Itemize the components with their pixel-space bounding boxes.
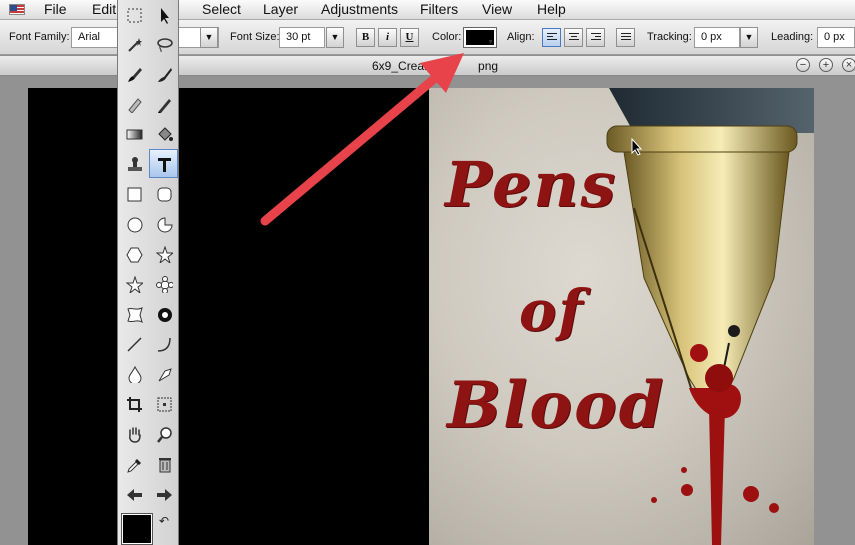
water-drop-icon <box>128 366 142 383</box>
brush-tool[interactable] <box>119 59 148 88</box>
rounded-rectangle-tool[interactable] <box>149 179 178 208</box>
swap-colors-icon[interactable]: ↶ <box>159 514 169 528</box>
brush-icon <box>128 68 142 82</box>
ellipse-tool[interactable] <box>119 209 148 238</box>
tools-palette: ↶ <box>117 0 179 545</box>
curve-tool[interactable] <box>149 329 178 358</box>
gradient-icon <box>126 129 143 140</box>
hexagon-tool[interactable] <box>119 239 148 268</box>
curve-icon <box>157 337 171 352</box>
line-tool[interactable] <box>119 329 148 358</box>
hand-icon <box>129 427 141 443</box>
move-arrow-icon <box>161 8 169 24</box>
trash-can-icon <box>159 458 171 473</box>
clone-stamp-tool[interactable] <box>119 149 148 178</box>
crop-icon <box>127 397 142 412</box>
rectangle-icon <box>127 187 142 202</box>
sharpen-tool[interactable] <box>149 359 178 388</box>
arrow-left-tool[interactable] <box>119 479 148 508</box>
hexagon-icon <box>126 247 143 263</box>
marquee-tool[interactable] <box>119 0 148 29</box>
magic-wand-tool[interactable] <box>119 29 148 58</box>
lasso-tool[interactable] <box>149 29 178 58</box>
pie-icon <box>157 217 173 233</box>
paint-bucket-tool[interactable] <box>149 119 178 148</box>
eraser-pencil-icon <box>128 98 142 113</box>
slice-icon <box>157 397 172 412</box>
ellipse-icon <box>127 217 143 233</box>
burst-icon <box>156 276 173 293</box>
lasso-icon <box>157 38 173 53</box>
mouse-cursor-icon <box>631 137 643 161</box>
eyedropper-tool[interactable] <box>119 449 148 478</box>
eyedropper-icon <box>127 459 141 473</box>
star-5-tool[interactable] <box>119 269 148 298</box>
crop-tool[interactable] <box>119 389 148 418</box>
sharpen-icon <box>158 368 172 382</box>
stamp-icon <box>128 157 142 171</box>
star-icon <box>156 246 173 263</box>
rounded-rectangle-icon <box>157 187 172 202</box>
star-tool[interactable] <box>149 239 178 268</box>
type-tool[interactable] <box>149 149 178 178</box>
arrow-right-icon <box>157 489 172 501</box>
gradient-tool[interactable] <box>119 119 148 148</box>
move-tool[interactable] <box>149 0 178 29</box>
smudge-icon <box>158 68 172 82</box>
magic-wand-icon <box>128 38 142 52</box>
paint-bucket-icon <box>158 127 173 141</box>
editor-window: File Edit Select Layer Adjustments Filte… <box>0 0 855 545</box>
burst-tool[interactable] <box>149 269 178 298</box>
pencil-tool[interactable] <box>119 89 148 118</box>
smudge-tool[interactable] <box>149 59 178 88</box>
arrow-left-icon <box>127 489 142 501</box>
type-t-icon <box>158 158 171 172</box>
slice-tool[interactable] <box>149 389 178 418</box>
star-outline-icon <box>126 276 143 293</box>
custom-shape-icon <box>127 307 143 323</box>
pie-tool[interactable] <box>149 209 178 238</box>
eraser-tool[interactable] <box>149 89 178 118</box>
flower-icon <box>158 308 172 322</box>
zoom-tool[interactable] <box>149 419 178 448</box>
trash-tool[interactable] <box>149 449 178 478</box>
line-icon <box>127 337 142 352</box>
drop-tool[interactable] <box>119 359 148 388</box>
pencil-icon <box>158 99 171 113</box>
flower-tool[interactable] <box>149 299 178 328</box>
marquee-icon <box>127 8 142 23</box>
magnifier-icon <box>157 427 172 443</box>
arrow-right-tool[interactable] <box>149 479 178 508</box>
foreground-color-swatch[interactable] <box>121 513 153 545</box>
custom-shape-tool[interactable] <box>119 299 148 328</box>
hand-tool[interactable] <box>119 419 148 448</box>
rectangle-tool[interactable] <box>119 179 148 208</box>
